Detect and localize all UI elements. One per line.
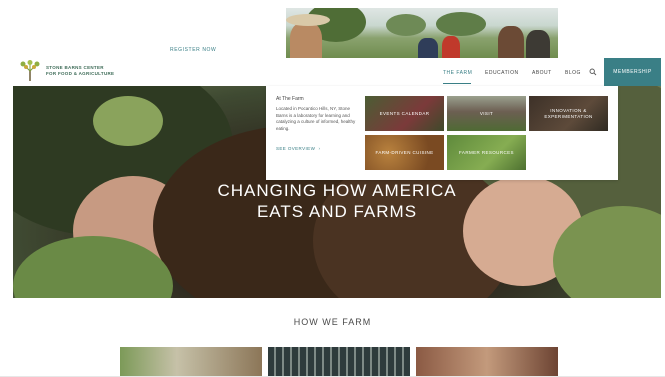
see-overview-link[interactable]: SEE OVERVIEW › bbox=[276, 146, 320, 151]
hero-title-line: EATS AND FARMS bbox=[256, 202, 418, 221]
how-we-farm-photo-2[interactable] bbox=[268, 347, 410, 377]
section-title: HOW WE FARM bbox=[293, 317, 372, 327]
logo-wordmark[interactable]: STONE BARNS CENTER FOR FOOD & AGRICULTUR… bbox=[46, 65, 114, 76]
tile-farm-driven-cuisine[interactable]: FARM-DRIVEN CUISINE bbox=[365, 135, 444, 170]
nav-about[interactable]: ABOUT bbox=[532, 70, 552, 76]
how-we-farm-photo-1[interactable] bbox=[120, 347, 262, 377]
nav-blog[interactable]: BLOG bbox=[565, 70, 581, 76]
tile-label: INNOVATION & EXPERIMENTATION bbox=[544, 107, 593, 119]
tile-label: FARMER RESOURCES bbox=[459, 149, 514, 155]
membership-button[interactable]: MEMBERSHIP bbox=[604, 58, 661, 86]
dropdown-heading: At The Farm bbox=[276, 96, 304, 102]
search-icon[interactable] bbox=[589, 68, 597, 76]
register-now-link[interactable]: REGISTER NOW bbox=[170, 47, 216, 53]
nav-active-indicator bbox=[443, 83, 471, 84]
tile-events-calendar[interactable]: EVENTS CALENDAR bbox=[365, 96, 444, 131]
how-we-farm-photo-3[interactable] bbox=[416, 347, 558, 377]
logo-tree-icon[interactable] bbox=[18, 60, 42, 82]
chevron-right-icon: › bbox=[316, 146, 321, 151]
tile-label: EVENTS CALENDAR bbox=[379, 110, 430, 116]
hero-title-line: CHANGING HOW AMERICA bbox=[217, 181, 457, 200]
hero-title: CHANGING HOW AMERICA EATS AND FARMS bbox=[13, 180, 661, 222]
nav-the-farm[interactable]: THE FARM bbox=[443, 70, 472, 76]
logo-line: FOR FOOD & AGRICULTURE bbox=[46, 70, 115, 76]
header-photo bbox=[286, 8, 558, 58]
nav-education[interactable]: EDUCATION bbox=[485, 70, 519, 76]
tile-visit[interactable]: VISIT bbox=[447, 96, 526, 131]
tile-farmer-resources[interactable]: FARMER RESOURCES bbox=[447, 135, 526, 170]
tile-label: VISIT bbox=[479, 110, 494, 116]
tile-innovation-experimentation[interactable]: INNOVATION & EXPERIMENTATION bbox=[529, 96, 608, 131]
dropdown-description: Located in Pocantico Hills, NY, Stone Ba… bbox=[276, 106, 356, 131]
see-overview-label: SEE OVERVIEW bbox=[276, 146, 316, 151]
tile-label: FARM-DRIVEN CUISINE bbox=[375, 149, 434, 155]
